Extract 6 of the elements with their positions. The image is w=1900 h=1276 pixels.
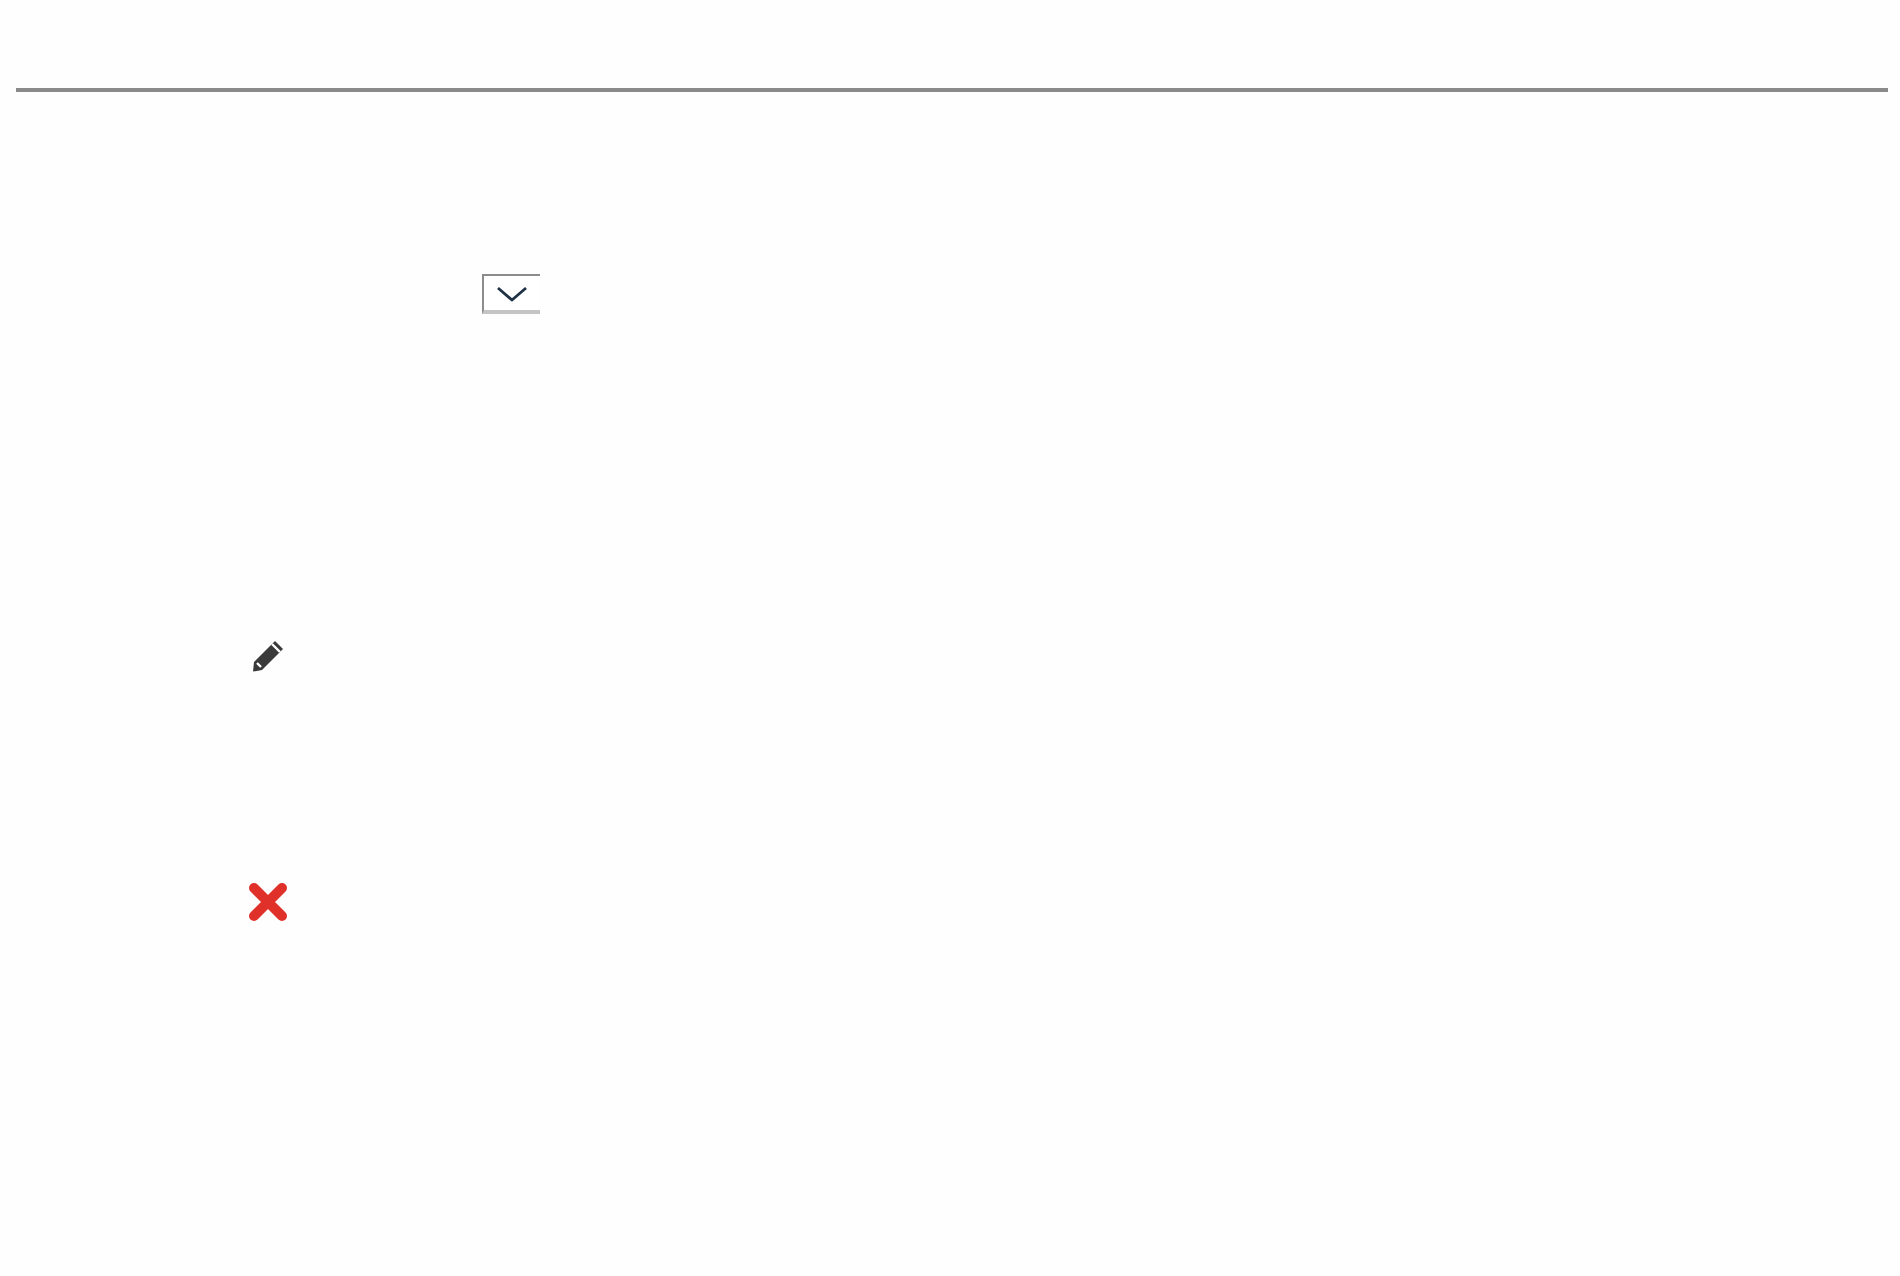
delete-icon [248, 882, 288, 922]
dropdown-button[interactable] [482, 274, 540, 314]
delete-button[interactable] [248, 882, 288, 922]
pencil-icon [250, 638, 286, 674]
edit-button[interactable] [248, 636, 288, 676]
caret-icon [496, 285, 528, 301]
